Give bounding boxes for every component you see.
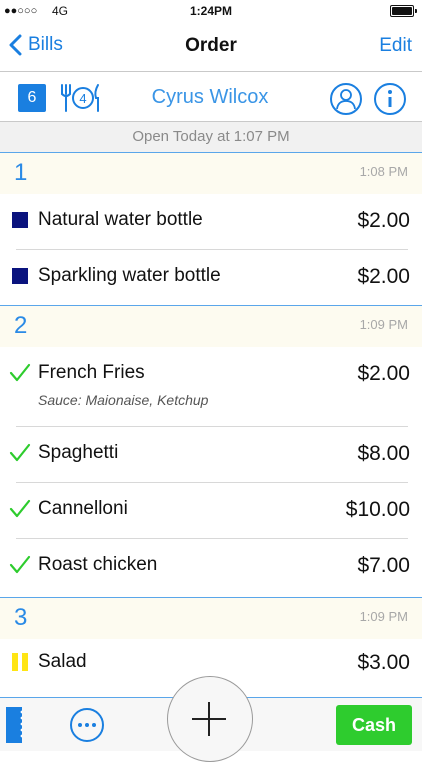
navigation-bar: Bills Order Edit [0,22,422,72]
item-price: $2.00 [357,265,410,288]
more-icon [78,723,82,727]
divider [16,538,408,539]
item-name: Roast chicken [38,554,158,575]
divider [16,249,408,250]
customer-profile-button[interactable] [330,83,362,115]
cash-button[interactable]: Cash [336,705,412,745]
order-item[interactable]: Sparkling water bottle $2.00 [0,265,422,305]
bottom-toolbar: Cash [0,676,422,762]
order-item[interactable]: French Fries $2.00 Sauce: Maionaise, Ket… [0,362,422,422]
check-icon [9,499,31,518]
open-time-info: Open Today at 1:07 PM [0,122,422,152]
round-number: 1 [14,159,28,186]
clock: 1:24PM [189,4,233,18]
round-time: 1:09 PM [359,609,408,624]
guests-badge[interactable]: 6 [18,84,46,112]
divider [16,482,408,483]
check-icon [9,443,31,462]
item-name: Natural water bottle [38,209,203,230]
pending-status-icon [12,212,28,228]
item-price: $3.00 [357,651,410,674]
item-price: $2.00 [357,209,410,232]
edit-button[interactable]: Edit [379,35,412,57]
page-title: Order [185,35,237,56]
round-header: 2 1:09 PM [0,305,422,347]
ticket-icon[interactable] [6,707,22,743]
check-icon [9,555,31,574]
check-icon [9,363,31,382]
order-item[interactable]: Natural water bottle $2.00 [0,209,422,249]
battery-icon [390,5,417,17]
round-header: 1 1:08 PM [0,152,422,194]
order-item[interactable]: Spaghetti $8.00 [0,442,422,482]
round-time: 1:09 PM [359,317,408,332]
info-icon [388,90,392,107]
user-icon [336,89,356,110]
status-bar: ●●○○○ 4G 1:24PM [0,0,422,22]
item-price: $10.00 [345,498,410,521]
item-name: Spaghetti [38,442,119,463]
order-item[interactable]: Cannelloni $10.00 [0,498,422,538]
covers-count: 4 [79,91,86,106]
order-item[interactable]: Roast chicken $7.00 [0,554,422,594]
order-header: 6 4 Cyrus Wilcox [0,72,422,122]
item-price: $8.00 [357,442,410,465]
on-hold-icon [12,653,28,671]
item-price: $7.00 [357,554,410,577]
item-name: Cannelloni [38,498,128,519]
round-number: 3 [14,604,28,631]
cutlery-icon[interactable]: 4 [60,82,102,114]
round-time: 1:08 PM [359,164,408,179]
item-name: French Fries [38,362,145,383]
info-button[interactable] [374,83,406,115]
item-name: Salad [38,651,87,672]
more-button[interactable] [70,708,104,742]
round-header: 3 1:09 PM [0,597,422,639]
item-name: Sparkling water bottle [38,265,221,286]
add-item-button[interactable] [167,676,253,762]
divider [16,426,408,427]
pending-status-icon [12,268,28,284]
round-number: 2 [14,312,28,339]
customer-name[interactable]: Cyrus Wilcox [112,86,308,109]
item-price: $2.00 [357,362,410,385]
item-note: Sauce: Maionaise, Ketchup [38,392,209,408]
